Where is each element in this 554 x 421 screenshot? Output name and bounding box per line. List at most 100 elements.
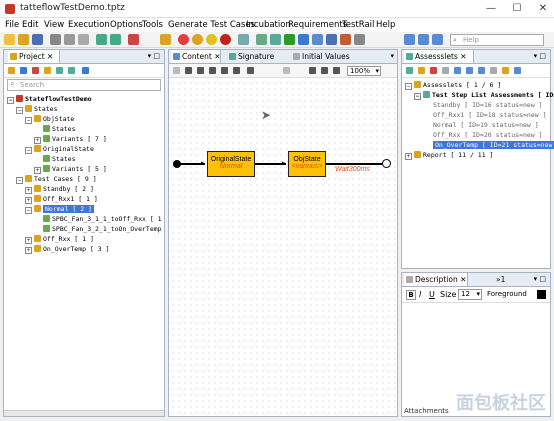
open-folder-icon[interactable]: [44, 67, 51, 74]
redo-icon[interactable]: [110, 34, 121, 45]
stop-icon[interactable]: [220, 34, 231, 45]
report-icon[interactable]: [312, 34, 323, 45]
settings-icon[interactable]: [326, 34, 337, 45]
expand-icon[interactable]: +: [34, 167, 41, 174]
horizontal-scrollbar[interactable]: [4, 410, 164, 416]
assessment-item[interactable]: Off_Rxx [ ID=20 status=new ]: [405, 130, 550, 140]
tree-item[interactable]: + On_OverTemp [ 3 ]: [7, 244, 164, 254]
layout-icon[interactable]: [404, 34, 415, 45]
assessment-item[interactable]: On_OverTemp [ ID=21 status=new ]: [405, 140, 554, 150]
transition-icon[interactable]: [209, 67, 216, 74]
select-icon[interactable]: [173, 67, 180, 74]
tree-root[interactable]: − StateflowTestDemo: [7, 94, 164, 104]
cut-icon[interactable]: [50, 34, 61, 45]
tree-item[interactable]: States: [7, 124, 164, 134]
tab-signature[interactable]: Signature: [229, 50, 274, 63]
tree-item[interactable]: − Test Cases [ 9 ]: [7, 174, 164, 184]
open-icon[interactable]: [18, 34, 29, 45]
link-icon[interactable]: [490, 67, 497, 74]
collapse-icon[interactable]: −: [25, 147, 32, 154]
diagram-canvas[interactable]: ▸ OriginalState Normal ▸ ObjState <vario…: [170, 80, 396, 416]
close-button[interactable]: ✕: [536, 2, 550, 16]
tree-item[interactable]: SPBC_Fan_3_2_1_toOn_OverTemp: [7, 224, 164, 234]
window-icon[interactable]: [432, 34, 443, 45]
tools-icon[interactable]: [340, 34, 351, 45]
tree-item[interactable]: + Variants [ 5 ]: [7, 164, 164, 174]
collapse-icon[interactable]: −: [25, 117, 32, 124]
collapse-icon[interactable]: −: [16, 177, 23, 184]
zoom-select[interactable]: 100% ▾: [347, 66, 381, 76]
menu-execution[interactable]: Execution: [68, 20, 110, 30]
tab-initial-values[interactable]: Initial Values: [293, 50, 350, 63]
palette-icon[interactable]: [502, 67, 509, 74]
underline-icon[interactable]: U: [429, 290, 435, 299]
menu-requirements[interactable]: Requirements: [288, 20, 347, 30]
minimize-button[interactable]: —: [484, 2, 498, 16]
remove-icon[interactable]: [32, 67, 39, 74]
sync-icon[interactable]: [82, 67, 89, 74]
add-icon[interactable]: [406, 67, 413, 74]
folder-icon[interactable]: [418, 67, 425, 74]
export-icon[interactable]: [270, 34, 281, 45]
add-icon[interactable]: [20, 67, 27, 74]
bold-icon[interactable]: B: [406, 290, 416, 300]
menu-edit[interactable]: Edit: [22, 20, 38, 30]
menu-testrail[interactable]: TestRail: [342, 20, 374, 30]
foreground-color-swatch[interactable]: [537, 290, 546, 299]
final-state-icon[interactable]: [221, 67, 228, 74]
step-icon[interactable]: [206, 34, 217, 45]
tree-item[interactable]: − OriginalState: [7, 144, 164, 154]
options-icon[interactable]: [354, 34, 365, 45]
state-obj[interactable]: ObjState <various>: [288, 151, 326, 177]
down-icon[interactable]: [466, 67, 473, 74]
paste-icon[interactable]: [78, 34, 89, 45]
tree-item[interactable]: + Off_Rxx1 [ 1 ]: [7, 194, 164, 204]
collapse-icon[interactable]: −: [25, 207, 32, 214]
more-tabs[interactable]: »1: [496, 273, 505, 286]
assessment-list[interactable]: − Test Step List Assessments [ ID=: [405, 90, 554, 100]
up-icon[interactable]: [454, 67, 461, 74]
menu-options[interactable]: Options: [110, 20, 143, 30]
transition-label[interactable]: Wait300ms: [335, 166, 370, 173]
filter-icon[interactable]: [478, 67, 485, 74]
remove-icon[interactable]: [430, 67, 437, 74]
expand-icon[interactable]: +: [25, 197, 32, 204]
expand-icon[interactable]: +: [405, 153, 412, 160]
menu-generate-test-cases[interactable]: Generate Test Cases: [168, 20, 255, 30]
tree-item[interactable]: States: [7, 154, 164, 164]
expand-icon[interactable]: [56, 67, 63, 74]
menu-tools[interactable]: Tools: [142, 20, 163, 30]
copy-icon[interactable]: [64, 34, 75, 45]
collapse-icon[interactable]: −: [7, 97, 14, 104]
zoom-out-icon[interactable]: [321, 67, 328, 74]
expand-icon[interactable]: +: [25, 187, 32, 194]
state-original[interactable]: OriginalState Normal: [207, 151, 255, 177]
minimize-view-icon[interactable]: ▾ □: [534, 273, 546, 286]
zoom-in-icon[interactable]: [309, 67, 316, 74]
report-node[interactable]: + Report [ 11 / 11 ]: [405, 150, 550, 160]
perspective-icon[interactable]: [418, 34, 429, 45]
pause-icon[interactable]: [192, 34, 203, 45]
expand-icon[interactable]: +: [25, 237, 32, 244]
tree-item[interactable]: − ObjState: [7, 114, 164, 124]
menu-help[interactable]: Help: [376, 20, 395, 30]
font-size-select[interactable]: 12 ▾: [458, 289, 482, 300]
minimize-view-icon[interactable]: ▾ □: [148, 50, 160, 63]
tree-item[interactable]: + Variants [ 7 ]: [7, 134, 164, 144]
collapse-icon[interactable]: −: [405, 83, 412, 90]
expand-icon[interactable]: +: [34, 137, 41, 144]
tree-item[interactable]: + Standby [ 2 ]: [7, 184, 164, 194]
italic-icon[interactable]: I: [419, 290, 421, 299]
assessment-item[interactable]: Standby [ ID=16 status=new ]: [405, 100, 550, 110]
assessment-item[interactable]: Normal [ ID=19 status=new ]: [405, 120, 550, 130]
help-search-input[interactable]: Help: [450, 34, 544, 46]
expand-icon[interactable]: +: [25, 247, 32, 254]
maximize-button[interactable]: ☐: [510, 2, 524, 16]
globe-icon[interactable]: [514, 67, 521, 74]
fit-icon[interactable]: [333, 67, 340, 74]
assessslets-tab[interactable]: Assessslets ✕: [406, 50, 467, 63]
more-tabs-icon[interactable]: ▾: [390, 50, 394, 63]
project-search-input[interactable]: ⌕ Search: [7, 79, 161, 91]
assesslets-root[interactable]: − Assesslets [ 1 / 6 ]: [405, 80, 550, 90]
record-icon[interactable]: [178, 34, 189, 45]
